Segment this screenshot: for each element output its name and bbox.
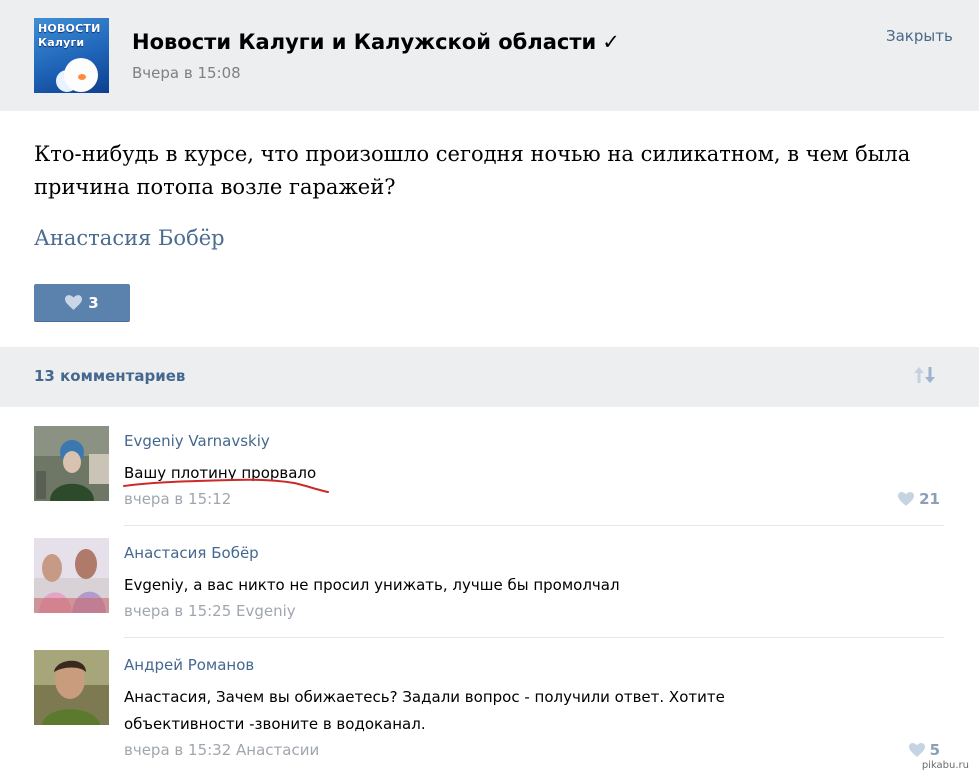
group-avatar-text: Калуги — [38, 36, 85, 49]
heart-icon — [898, 492, 915, 506]
close-button[interactable]: Закрыть — [886, 27, 953, 45]
avatar[interactable] — [34, 538, 109, 613]
like-count: 3 — [88, 293, 99, 312]
comment-author-link[interactable]: Андрей Романов — [124, 656, 254, 674]
group-avatar[interactable]: НОВОСТИ Калуги — [34, 18, 109, 93]
verified-icon: ✓ — [602, 30, 620, 54]
post-text: Кто-нибудь в курсе, что произошло сегодн… — [34, 142, 911, 199]
comment-item: Evgeniy Varnavskiy Вашу плотину прорвало… — [34, 426, 944, 526]
snowman-nose — [78, 74, 86, 80]
divider — [124, 525, 944, 526]
post-header: НОВОСТИ Калуги Новости Калуги и Калужско… — [0, 0, 979, 111]
comment-text: Анастасия, Зачем вы обижаетесь? Задали в… — [124, 688, 725, 733]
avatar-photo — [34, 538, 109, 613]
divider — [124, 637, 944, 638]
group-name[interactable]: Новости Калуги и Калужской области — [132, 30, 596, 54]
heart-icon — [908, 743, 925, 757]
comment-like-count: 5 — [929, 741, 940, 759]
group-title[interactable]: Новости Калуги и Калужской области ✓ — [132, 30, 620, 54]
avatar-photo — [34, 426, 109, 501]
post-author-link[interactable]: Анастасия Бобёр — [34, 226, 225, 250]
like-button[interactable]: 3 — [34, 284, 130, 322]
avatar[interactable] — [34, 426, 109, 501]
avatar-photo — [34, 650, 109, 725]
watermark: pikabu.ru — [919, 760, 971, 771]
comment-item: Андрей Романов Анастасия, Зачем вы обижа… — [34, 650, 944, 770]
comment-item: Анастасия Бобёр Evgeniy, а вас никто не … — [34, 538, 944, 638]
post-time[interactable]: Вчера в 15:08 — [132, 64, 241, 82]
comments-count: 13 комментариев — [34, 367, 186, 385]
comment-author-link[interactable]: Анастасия Бобёр — [124, 544, 259, 562]
sort-icon[interactable] — [913, 365, 937, 385]
comment-author-link[interactable]: Evgeniy Varnavskiy — [124, 432, 270, 450]
comments-header: 13 комментариев — [0, 347, 979, 407]
comment-like-button[interactable]: 21 — [898, 490, 940, 508]
comment-text: Evgeniy, а вас никто не просил унижать, … — [124, 576, 620, 594]
comment-like-button[interactable]: 5 — [908, 741, 940, 759]
group-avatar-text: НОВОСТИ — [38, 22, 101, 35]
avatar[interactable] — [34, 650, 109, 725]
heart-icon — [65, 295, 83, 310]
comment-time[interactable]: вчера в 15:12 — [124, 490, 231, 508]
comment-like-count: 21 — [919, 490, 940, 508]
comment-time[interactable]: вчера в 15:25 Evgeniy — [124, 602, 296, 620]
comment-time[interactable]: вчера в 15:32 Анастасии — [124, 741, 319, 759]
